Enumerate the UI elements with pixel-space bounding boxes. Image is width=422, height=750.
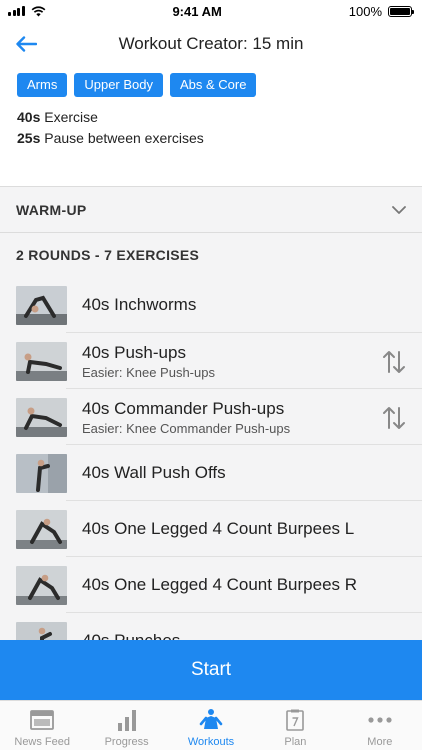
plan-icon — [286, 709, 305, 731]
back-button[interactable] — [12, 30, 40, 58]
exercise-row[interactable]: 40s Inchworms — [0, 277, 422, 333]
more-icon — [368, 717, 392, 723]
exercise-row[interactable]: 40s One Legged 4 Count Burpees R — [0, 557, 422, 613]
wifi-icon — [31, 5, 45, 16]
exercise-duration-value: 40s — [17, 109, 41, 125]
exercise-row[interactable]: 40s Commander Push-ups Easier: Knee Comm… — [0, 389, 422, 445]
exercise-name: 40s Commander Push-ups — [82, 398, 285, 418]
battery-percent: 100% — [348, 3, 382, 19]
tag-arms[interactable]: Arms — [17, 73, 68, 97]
exercise-easier-variant: Easier: Knee Push-ups — [82, 364, 215, 380]
rounds-header: 2 ROUNDS - 7 EXERCISES — [0, 233, 422, 277]
exercise-thumbnail — [16, 453, 67, 493]
exercise-name: 40s Punches — [82, 631, 180, 640]
signal-icon — [8, 6, 25, 16]
exercise-text: 40s Wall Push Offs — [82, 463, 226, 483]
swap-exercise-icon[interactable] — [382, 349, 406, 375]
exercise-name: 40s Inchworms — [82, 295, 197, 314]
news-feed-icon — [30, 710, 55, 730]
exercise-thumbnail — [16, 285, 67, 325]
exercise-text: 40s Push-ups Easier: Knee Push-ups — [82, 343, 215, 380]
exercise-row[interactable]: 40s Wall Push Offs — [0, 445, 422, 501]
exercise-thumbnail — [16, 565, 67, 605]
swap-exercise-icon[interactable] — [382, 405, 406, 431]
warmup-label: WARM-UP — [16, 201, 87, 218]
exercise-name: 40s One Legged 4 Count Burpees L — [82, 519, 355, 538]
tab-plan[interactable]: Plan — [253, 701, 337, 750]
nav-header: Workout Creator: 15 min — [0, 22, 422, 66]
tag-upper-body[interactable]: Upper Body — [74, 73, 163, 97]
exercise-easier-variant: Easier: Knee Commander Push-ups — [82, 420, 291, 436]
tab-label: Plan — [284, 736, 307, 748]
chevron-down-icon — [392, 205, 406, 214]
exercise-name: 40s Push-ups — [82, 342, 186, 362]
progress-icon — [117, 710, 136, 731]
exercise-text: 40s One Legged 4 Count Burpees L — [82, 519, 354, 539]
exercise-thumbnail — [16, 397, 67, 437]
exercise-thumbnail — [16, 341, 67, 381]
start-button[interactable]: Start — [0, 640, 422, 700]
warmup-section[interactable]: WARM-UP — [0, 187, 422, 233]
exercise-text: 40s Punches — [82, 631, 180, 640]
status-time: 9:41 AM — [172, 3, 222, 19]
pause-duration-label: Pause between exercises — [44, 130, 204, 146]
exercise-thumbnail — [16, 509, 67, 549]
tag-list: Arms Upper Body Abs & Core — [17, 73, 257, 97]
battery-icon — [388, 5, 414, 17]
exercise-name: 40s Wall Push Offs — [82, 463, 226, 482]
pause-duration-value: 25s — [17, 130, 41, 146]
exercise-duration: 40s Exercise — [17, 109, 98, 125]
tab-label: Workouts — [187, 736, 235, 748]
exercise-row[interactable]: 40s Punches — [0, 613, 422, 640]
status-right: 100% — [348, 3, 414, 19]
status-left — [8, 5, 46, 17]
exercise-row[interactable]: 40s One Legged 4 Count Burpees L — [0, 501, 422, 557]
exercise-name: 40s One Legged 4 Count Burpees R — [82, 575, 358, 594]
tab-label: More — [367, 736, 393, 748]
rounds-label: 2 ROUNDS - 7 EXERCISES — [16, 247, 200, 263]
tag-abs-core[interactable]: Abs & Core — [170, 73, 257, 97]
exercise-thumbnail — [16, 621, 67, 640]
tab-workouts[interactable]: Workouts — [169, 701, 253, 750]
pause-duration: 25s Pause between exercises — [17, 130, 204, 146]
exercise-text: 40s Inchworms — [82, 295, 196, 315]
workout-list[interactable]: WARM-UP 2 ROUNDS - 7 EXERCISES 40s Inchw… — [0, 186, 422, 640]
exercise-row[interactable]: 40s Push-ups Easier: Knee Push-ups — [0, 333, 422, 389]
page-title: Workout Creator: 15 min — [118, 34, 304, 53]
tab-more[interactable]: More — [338, 701, 422, 750]
tab-news-feed[interactable]: News Feed — [0, 701, 84, 750]
tab-progress[interactable]: Progress — [84, 701, 168, 750]
exercise-text: 40s One Legged 4 Count Burpees R — [82, 575, 357, 595]
exercise-duration-label: Exercise — [44, 109, 98, 125]
status-bar: 9:41 AM 100% — [0, 0, 422, 22]
back-arrow-icon — [16, 36, 37, 52]
tab-label: News Feed — [14, 736, 71, 748]
exercise-text: 40s Commander Push-ups Easier: Knee Comm… — [82, 399, 290, 436]
tab-bar: News Feed Progress Workouts Plan More — [0, 700, 422, 750]
tab-label: Progress — [104, 736, 149, 748]
workouts-icon — [199, 709, 223, 729]
